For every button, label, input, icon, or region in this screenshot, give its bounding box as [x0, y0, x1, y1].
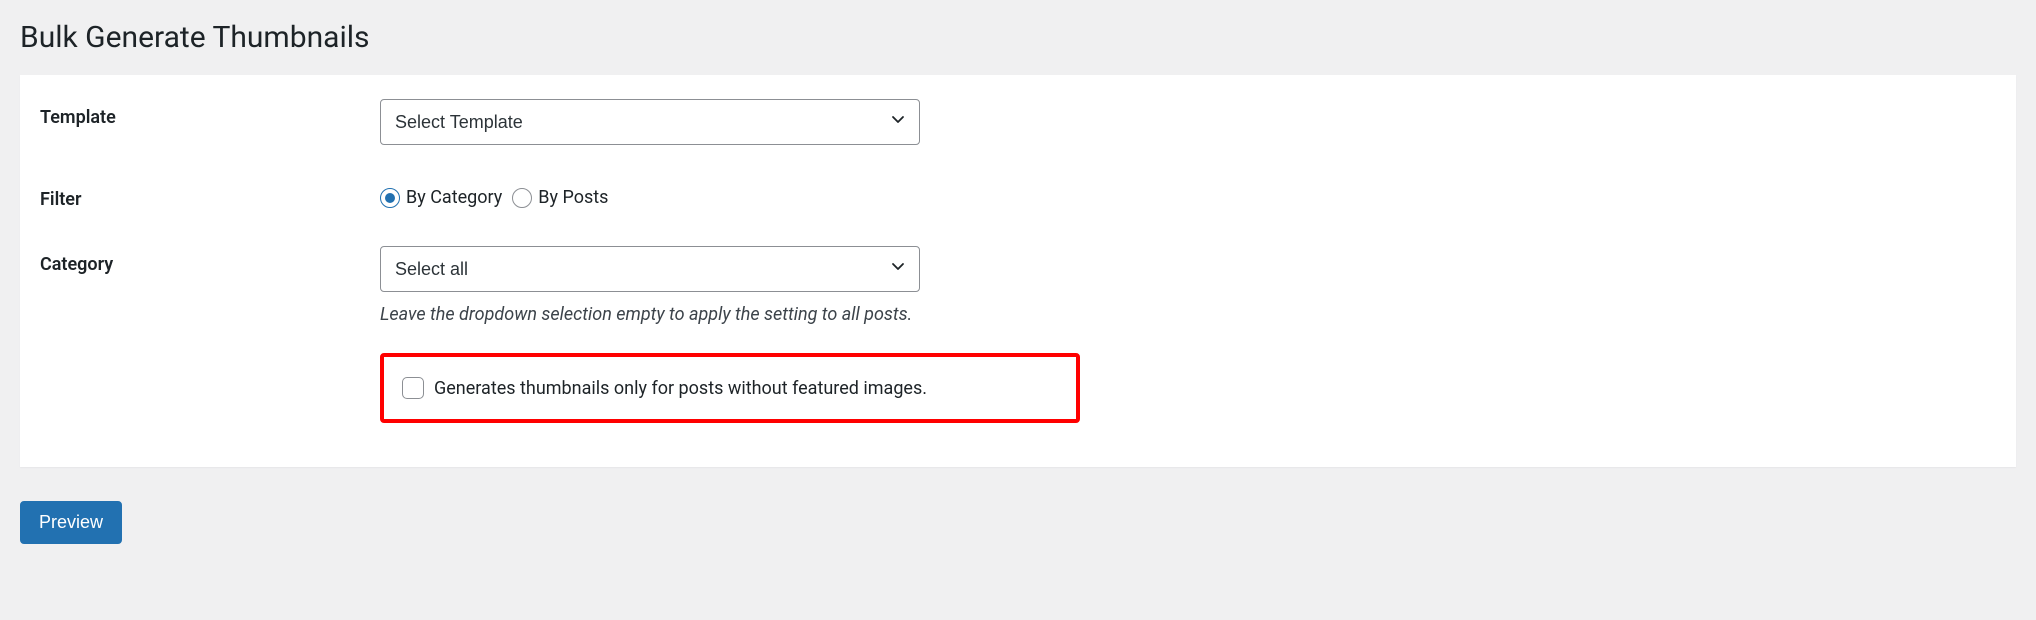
filter-radio-by-posts[interactable]: By Posts	[512, 187, 608, 208]
filter-radio-by-category[interactable]: By Category	[380, 187, 502, 208]
filter-control: By Category By Posts	[380, 181, 1996, 208]
category-control: Select all Leave the dropdown selection …	[380, 246, 1996, 423]
filter-radio-by-category-label: By Category	[406, 187, 502, 208]
filter-label: Filter	[40, 181, 380, 210]
category-select[interactable]: Select all	[380, 246, 920, 292]
template-row: Template Select Template	[40, 99, 1996, 145]
template-select-value: Select Template	[395, 112, 523, 133]
preview-button[interactable]: Preview	[20, 501, 122, 544]
filter-radio-group: By Category By Posts	[380, 181, 1996, 208]
filter-radio-by-posts-label: By Posts	[538, 187, 608, 208]
radio-icon	[512, 188, 532, 208]
category-select-value: Select all	[395, 259, 468, 280]
category-label: Category	[40, 246, 380, 275]
highlighted-option-box: Generates thumbnails only for posts with…	[380, 353, 1080, 423]
settings-panel: Template Select Template Filter By Categ…	[20, 75, 2016, 467]
template-select[interactable]: Select Template	[380, 99, 920, 145]
template-control: Select Template	[380, 99, 1996, 145]
filter-row: Filter By Category By Posts	[40, 181, 1996, 210]
category-helper-text: Leave the dropdown selection empty to ap…	[380, 304, 1996, 325]
only-without-featured-label: Generates thumbnails only for posts with…	[434, 378, 927, 399]
only-without-featured-checkbox[interactable]	[402, 377, 424, 399]
template-label: Template	[40, 99, 380, 128]
category-row: Category Select all Leave the dropdown s…	[40, 246, 1996, 423]
radio-icon	[380, 188, 400, 208]
page-title: Bulk Generate Thumbnails	[20, 20, 2016, 55]
